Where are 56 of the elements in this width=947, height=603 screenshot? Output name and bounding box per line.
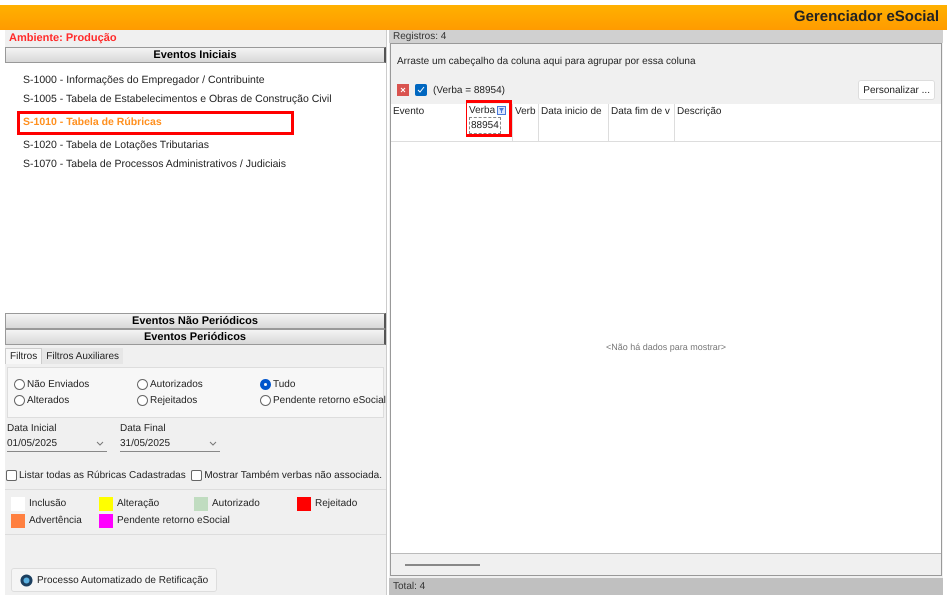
radio-button[interactable]	[14, 379, 25, 390]
radio-label: Não Enviados	[27, 378, 90, 392]
empty-message: <Não há dados para mostrar>	[606, 340, 726, 354]
filter-text: (Verba = 88954)	[433, 84, 505, 98]
radio-label: Pendente retorno eSocial	[273, 394, 386, 408]
checkbox[interactable]	[6, 470, 17, 481]
column-header[interactable]: Descrição	[674, 104, 941, 141]
retification-button[interactable]: Processo Automatizado de Retificação	[11, 568, 218, 592]
filter-icon[interactable]	[497, 106, 506, 114]
total-count: Total: 4	[393, 580, 426, 594]
column-header[interactable]: Data fim de v	[608, 104, 674, 141]
event-item[interactable]: S-1000 - Informações do Empregador / Contribuinte	[23, 73, 265, 89]
event-item[interactable]: S-1020 - Tabela de Lotações Tributarias	[23, 138, 210, 154]
radio-label: Autorizados	[150, 378, 203, 392]
section-header[interactable]: Eventos Periódicos	[5, 329, 386, 345]
records-count: Registros: 4	[393, 30, 446, 44]
scrollbar-thumb[interactable]	[405, 564, 480, 566]
customize-button[interactable]: Personalizar ...	[858, 80, 935, 100]
column-filter-field[interactable]: 88954	[469, 117, 501, 134]
radio-label: Rejeitados	[150, 394, 198, 408]
legend-label: Pendente retorno eSocial	[117, 514, 230, 528]
dropdown-icon	[209, 440, 217, 446]
legend-label: Advertência	[29, 514, 82, 528]
event-item[interactable]: S-1070 - Tabela de Processos Administrativos / Judiciais	[23, 157, 286, 173]
globe-icon	[20, 574, 33, 586]
legend-label: Inclusão	[29, 497, 66, 511]
radio-button[interactable]	[137, 395, 148, 406]
radio-label: Alterados	[27, 394, 70, 408]
radio-button[interactable]	[14, 395, 25, 406]
dropdown-icon	[96, 440, 104, 446]
section-header[interactable]: Eventos Não Periódicos	[5, 313, 386, 329]
checkbox-label: Listar todas as Rúbricas Cadastradas	[19, 469, 186, 483]
legend-label: Rejeitado	[315, 497, 358, 511]
column-header[interactable]: Verba 88954	[466, 100, 512, 137]
group-hint: Arraste um cabeçalho da coluna aqui para agrupar por essa coluna	[397, 55, 696, 69]
legend-label: Alteração	[117, 497, 160, 511]
environment-label: Ambiente: Produção	[9, 31, 117, 46]
clear-filter-icon[interactable]	[397, 84, 409, 96]
event-item[interactable]: S-1005 - Tabela de Estabelecimentos e Obras de Construção Civil	[23, 92, 332, 108]
filter-checkbox[interactable]	[415, 84, 427, 96]
app-title: Gerenciador eSocial	[794, 7, 939, 28]
radio-button[interactable]	[260, 395, 271, 406]
date-label: Data Inicial	[7, 422, 58, 435]
radio-button[interactable]	[260, 379, 271, 390]
filter-tab[interactable]: Filtros Auxiliares	[42, 348, 124, 364]
column-header[interactable]: Verb	[512, 104, 538, 141]
radio-label: Tudo	[273, 378, 296, 392]
date-label: Data Final	[120, 422, 167, 435]
column-header[interactable]: Evento	[391, 104, 466, 141]
section-header[interactable]: Eventos Iniciais	[5, 47, 386, 63]
radio-button[interactable]	[137, 379, 148, 390]
filter-tab[interactable]: Filtros	[5, 348, 42, 364]
column-header[interactable]: Data inicio de	[538, 104, 608, 141]
legend-label: Autorizado	[212, 497, 260, 511]
checkbox[interactable]	[191, 470, 202, 481]
checkbox-label: Mostrar Também verbas não associada.	[204, 469, 382, 483]
